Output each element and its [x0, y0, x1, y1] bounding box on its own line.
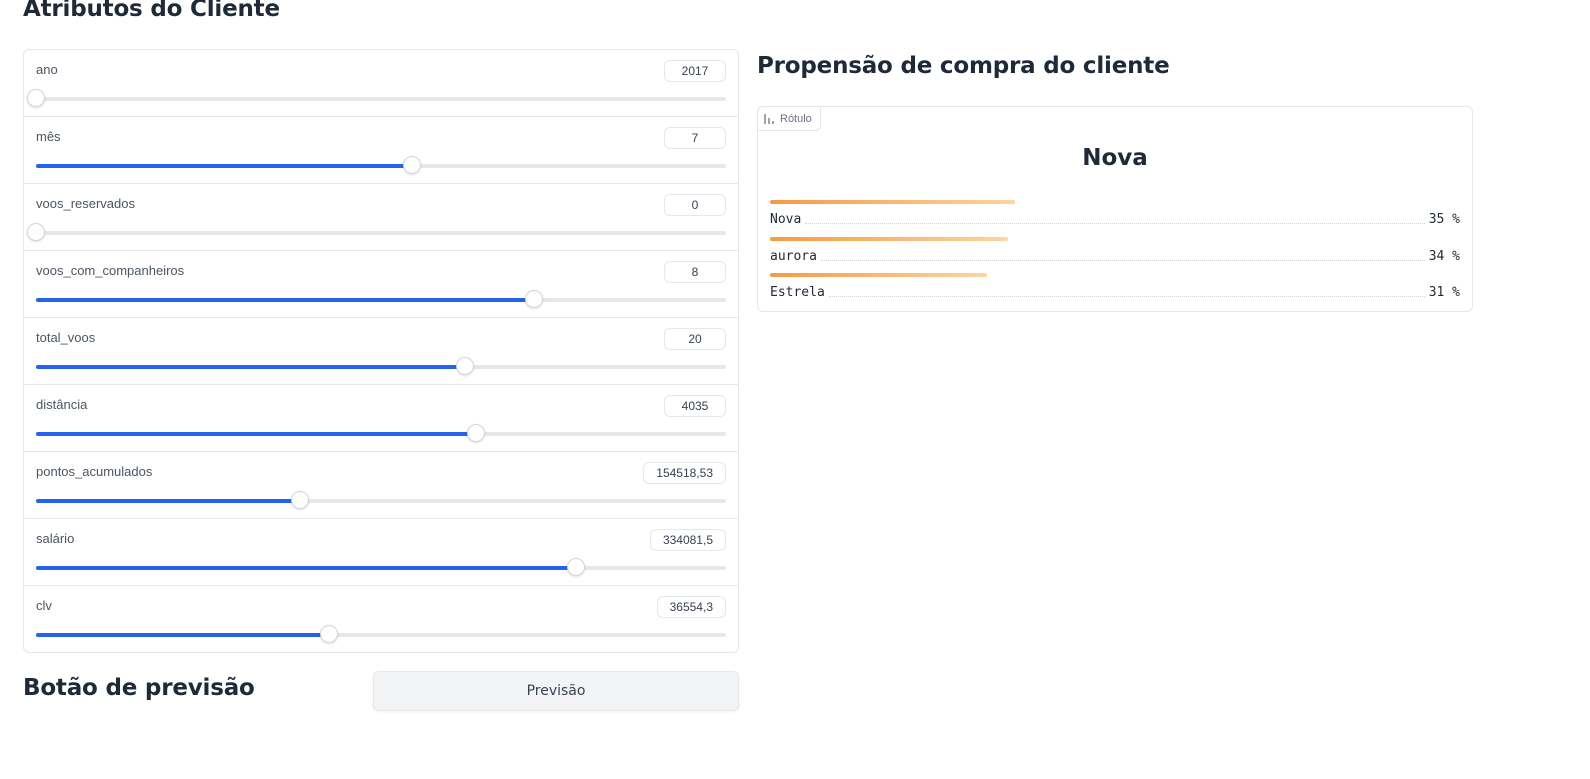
slider-fill: [36, 633, 330, 637]
number-input[interactable]: 7: [664, 127, 726, 149]
number-input[interactable]: 334081,5: [649, 529, 726, 551]
inputs-section-title: Atributos do Cliente: [23, 0, 280, 22]
slider-fill: [36, 566, 577, 570]
slider-row-clv: clv 36554,3: [24, 586, 738, 652]
slider-fill: [36, 499, 301, 503]
dotted-leader: [820, 259, 1425, 261]
output-section-title: Propensão de compra do cliente: [757, 53, 1170, 79]
confidence-label: Nova: [770, 212, 802, 227]
slider-row-voos-com-companheiros: voos_com_companheiros 8: [24, 251, 738, 318]
slider-row-ano: ano 2017: [24, 50, 738, 117]
slider-thumb[interactable]: [27, 223, 45, 241]
confidence-percent: 34 %: [1428, 248, 1460, 264]
predict-section-title: Botão de previsão: [23, 675, 255, 701]
confidence-percent: 35 %: [1428, 212, 1460, 227]
slider-thumb[interactable]: [291, 491, 310, 509]
slider-track[interactable]: [36, 491, 726, 509]
confidence-percent: 31 %: [1428, 285, 1460, 300]
slider-fill: [36, 164, 413, 168]
dotted-leader: [828, 296, 1425, 297]
slider-thumb[interactable]: [467, 424, 486, 442]
number-input[interactable]: 0: [664, 194, 726, 216]
dotted-leader: [805, 223, 1425, 224]
slider-row-total-voos: total_voos 20: [24, 318, 738, 385]
slider-track[interactable]: [36, 156, 726, 174]
slider-track[interactable]: [36, 558, 726, 576]
number-input[interactable]: 8: [664, 261, 726, 283]
confidence-bar: [770, 273, 987, 277]
slider-fill: [36, 298, 535, 302]
confidence-label: Estrela: [770, 285, 825, 300]
slider-fill: [36, 432, 477, 436]
slider-thumb[interactable]: [456, 357, 475, 375]
slider-label: ano: [36, 62, 58, 77]
slider-row-voos-reservados: voos_reservados 0: [24, 184, 738, 251]
slider-label: distância: [36, 397, 88, 412]
confidence-item[interactable]: Nova 35 %: [770, 200, 1460, 237]
slider-track[interactable]: [36, 424, 726, 442]
bar-chart-icon: [764, 113, 774, 124]
slider-row-salario: salário 334081,5: [24, 519, 738, 586]
slider-track[interactable]: [36, 290, 726, 308]
slider-label: voos_com_companheiros: [36, 263, 185, 278]
number-input[interactable]: 2017: [664, 60, 726, 82]
confidence-item[interactable]: Estrela 31 %: [770, 273, 1460, 310]
slider-track[interactable]: [27, 223, 726, 241]
slider-row-pontos-acumulados: pontos_acumulados 154518,53: [24, 452, 738, 519]
slider-thumb[interactable]: [567, 558, 586, 576]
predicted-label: Nova: [1082, 145, 1148, 171]
attributes-panel: ano 2017 mês 7 voos_reservados 0 voos_co…: [23, 49, 739, 653]
slider-row-mes: mês 7: [24, 117, 738, 184]
slider-label: salário: [36, 531, 75, 546]
slider-thumb[interactable]: [320, 625, 339, 643]
number-input[interactable]: 20: [664, 328, 726, 350]
slider-row-distancia: distância 4035: [24, 385, 738, 452]
slider-thumb[interactable]: [27, 89, 45, 107]
confidence-label: aurora: [770, 248, 817, 264]
slider-thumb[interactable]: [525, 290, 544, 308]
predict-button[interactable]: Previsão: [373, 671, 739, 711]
number-input[interactable]: 36554,3: [656, 596, 726, 618]
slider-label: total_voos: [36, 330, 96, 345]
slider-label: voos_reservados: [36, 196, 135, 211]
slider-label: mês: [36, 129, 61, 144]
slider-track[interactable]: [36, 357, 726, 375]
confidence-item[interactable]: aurora 34 %: [770, 236, 1460, 274]
confidence-list: Nova 35 % aurora 34 % Estrela 31 %: [770, 200, 1460, 310]
chip-label: Rótulo: [780, 112, 812, 125]
number-input[interactable]: 4035: [664, 395, 726, 417]
slider-fill: [36, 365, 466, 369]
label-output-panel: Rótulo Nova Nova 35 % aurora 34 % Estrel…: [757, 106, 1473, 312]
number-input[interactable]: 154518,53: [643, 462, 726, 484]
slider-track[interactable]: [27, 89, 726, 107]
confidence-bar: [770, 236, 1008, 241]
slider-thumb[interactable]: [403, 156, 422, 174]
slider-track[interactable]: [36, 625, 726, 643]
confidence-bar: [770, 200, 1015, 204]
slider-label: clv: [36, 598, 52, 613]
slider-label: pontos_acumulados: [36, 464, 153, 479]
label-chip: Rótulo: [757, 106, 821, 131]
